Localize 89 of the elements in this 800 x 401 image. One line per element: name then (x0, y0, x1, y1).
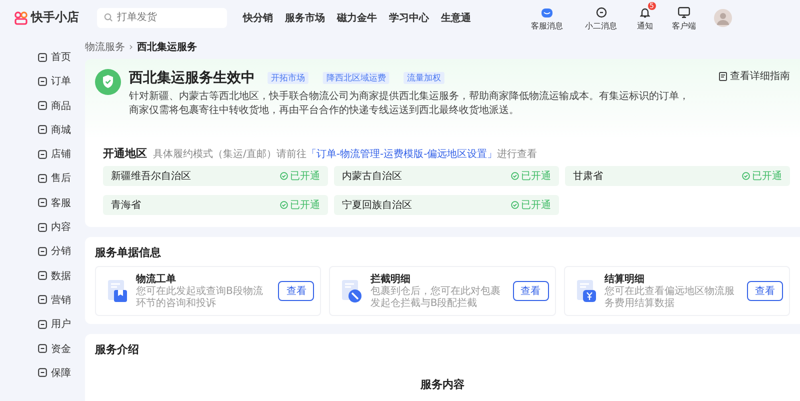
document-title: 拦截明细 (370, 272, 412, 286)
menu-item-icon (38, 368, 47, 378)
nav-link[interactable]: 服务市场 (285, 10, 325, 24)
check-circle-icon (511, 172, 519, 180)
sidebar-item[interactable]: 商品 (0, 96, 85, 115)
nav-link[interactable]: 快分销 (243, 10, 273, 24)
sidebar-item[interactable]: 数据 (0, 266, 85, 285)
region-name: 宁夏回族自治区 (342, 198, 412, 212)
shield-check-icon (95, 69, 121, 95)
service-title: 西北集运服务生效中 (129, 69, 255, 87)
avatar[interactable] (714, 8, 732, 26)
document-bookmark-icon (106, 279, 130, 303)
sidebar-item[interactable]: 售后 (0, 169, 85, 188)
document-description: 您可在此查看偏远地区物流服务费用结算数据 (604, 286, 736, 310)
nav-link[interactable]: 磁力金牛 (337, 10, 377, 24)
header-action[interactable]: 客户端 (662, 2, 706, 33)
sidebar-item[interactable]: 用户 (0, 315, 85, 334)
menu-item-icon (38, 52, 47, 62)
region-hint: 具体履约模式（集运/直邮）请前往「订单-物流管理-运费模版-偏远地区设置」进行查看 (153, 148, 538, 161)
region-status: 已开通 (752, 170, 782, 183)
document-title: 物流工单 (136, 272, 177, 286)
sidebar-item[interactable]: 营销 (0, 290, 85, 309)
region-status: 已开通 (521, 198, 551, 212)
breadcrumb-link[interactable]: 物流服务 (85, 40, 125, 54)
menu-item-icon (38, 101, 47, 110)
header-action[interactable]: 客服消息 (520, 2, 574, 32)
feature-tag: 降西北区域运费 (322, 72, 390, 84)
view-button[interactable]: 查看 (278, 281, 314, 301)
search-field[interactable]: 打单发货 (97, 8, 227, 28)
check-circle-icon (280, 172, 288, 180)
sidebar-item[interactable]: 保障 (0, 364, 85, 382)
menu-item-icon (38, 150, 47, 159)
feature-tag: 开拓市场 (268, 72, 308, 84)
breadcrumb-separator: › (129, 42, 133, 52)
sidebar-item[interactable]: 资金 (0, 340, 85, 358)
settings-link[interactable]: 「订单-物流管理-运费模版-偏远地区设置」 (306, 149, 498, 160)
document-description: 包裹到仓后，您可在此对包裹发起仓拦截与B段配拦截 (370, 286, 502, 310)
check-circle-icon (280, 201, 288, 209)
nav-link[interactable]: 学习中心 (389, 10, 429, 24)
service-description: 针对新疆、内蒙古等西北地区，快手联合物流公司为商家提供西北集运服务，帮助商家降低物流运输成本。有集运标识的订单，商家仅需将包裹寄往中转收货地，再由平台合作的快递专线运送到西北最终收货地派送。 (129, 90, 689, 118)
document-description: 您可在此发起或查询B段物流环节的咨询和投诉 (136, 286, 264, 310)
logo-icon (14, 10, 28, 24)
check-circle-icon (511, 201, 519, 209)
sidebar-item[interactable]: 首页 (0, 48, 85, 66)
section-title: 服务介绍 (95, 342, 140, 357)
sidebar-item[interactable]: 店铺 (0, 145, 85, 164)
menu-item-icon (38, 198, 47, 208)
menu-item-icon (38, 320, 47, 329)
menu-item-icon (38, 295, 47, 304)
section-title: 开通地区 (103, 146, 147, 161)
menu-item-icon (38, 76, 47, 86)
check-circle-icon (742, 172, 750, 180)
menu-item-icon (38, 222, 47, 232)
monitor-icon (678, 7, 690, 18)
region-name: 甘肃省 (573, 170, 603, 183)
menu-item-icon (38, 271, 47, 280)
document-icon (719, 72, 727, 80)
sidebar-item[interactable]: 订单 (0, 72, 85, 90)
header-action[interactable]: 小二消息 (574, 2, 628, 33)
region-name: 新疆维吾尔自治区 (111, 170, 191, 183)
menu-item-icon (38, 344, 47, 354)
menu-item-icon (38, 174, 47, 183)
sidebar-item[interactable]: 客服 (0, 194, 85, 212)
section-title: 服务单据信息 (95, 245, 162, 260)
sidebar-item[interactable]: 商城 (0, 120, 85, 139)
feature-tag: 流量加权 (404, 72, 444, 84)
menu-item-icon (38, 246, 47, 256)
guide-link[interactable]: 查看详细指南 (719, 69, 790, 83)
region-status: 已开通 (290, 198, 320, 212)
menu-item-icon (38, 125, 47, 134)
region-status: 已开通 (290, 170, 320, 183)
bell-icon (640, 7, 650, 18)
document-title: 结算明细 (604, 272, 646, 286)
message-icon (596, 7, 606, 18)
nav-link[interactable]: 生意通 (441, 10, 471, 24)
region-status: 已开通 (521, 170, 551, 183)
region-name: 内蒙古自治区 (342, 170, 402, 183)
document-yen-icon (574, 279, 599, 303)
view-button[interactable]: 查看 (746, 281, 783, 301)
search-icon (104, 13, 113, 22)
view-button[interactable]: 查看 (512, 281, 549, 301)
breadcrumb-link[interactable]: 西北集运服务 (137, 40, 197, 54)
intro-subtitle: 服务内容 (419, 377, 466, 392)
sidebar-item[interactable]: 内容 (0, 218, 85, 236)
document-block-icon (340, 279, 364, 303)
sidebar-item[interactable]: 分销 (0, 242, 85, 260)
logo-text: 快手小店 (31, 9, 79, 26)
chat-icon (541, 8, 553, 18)
region-name: 青海省 (111, 198, 141, 212)
